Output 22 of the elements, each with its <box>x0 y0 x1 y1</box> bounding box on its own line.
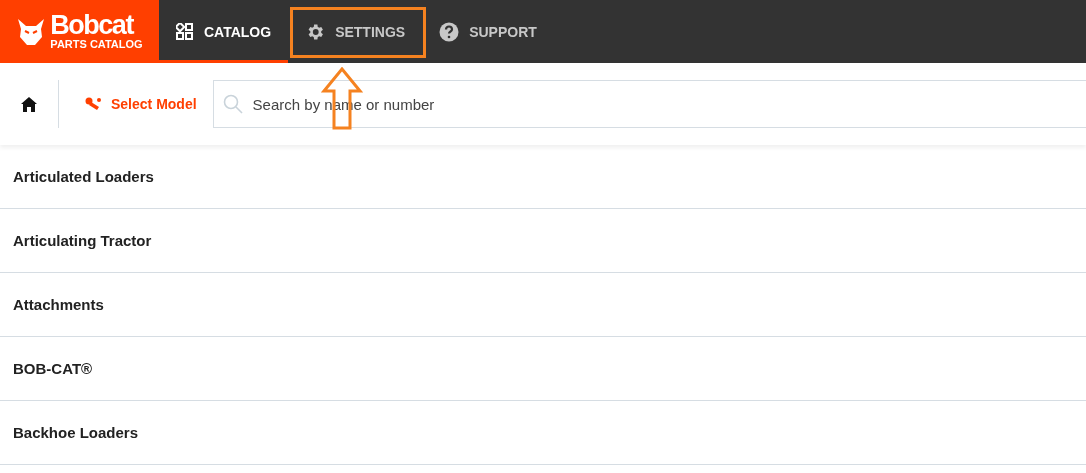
category-label: Backhoe Loaders <box>13 424 139 441</box>
select-model-button[interactable]: Select Model <box>59 96 213 112</box>
category-row[interactable]: Attachments <box>0 273 1086 337</box>
bobcat-head-icon <box>16 16 47 47</box>
category-label: Articulating Tractor <box>13 232 152 249</box>
category-row[interactable]: Articulated Loaders <box>0 145 1086 209</box>
category-label: Attachments <box>13 296 104 313</box>
home-icon <box>21 96 37 112</box>
nav-tab[interactable]: SUPPORT <box>422 0 554 63</box>
grid-icon <box>176 22 194 41</box>
category-row[interactable]: Articulating Tractor <box>0 209 1086 273</box>
brand-subtitle: PARTS CATALOG <box>50 38 143 51</box>
help-icon <box>439 21 460 42</box>
logo[interactable]: Bobcat PARTS CATALOG <box>0 0 159 63</box>
category-label: BOB-CAT® <box>13 360 93 377</box>
category-row[interactable]: Backhoe Loaders <box>0 401 1086 465</box>
nav-tab[interactable]: CATALOG <box>159 0 289 63</box>
category-row[interactable]: BOB-CAT® <box>0 337 1086 401</box>
nav-tab[interactable]: SETTINGS <box>288 0 423 63</box>
brand-name: Bobcat <box>50 12 133 38</box>
search-icon <box>222 94 243 114</box>
category-label: Articulated Loaders <box>13 168 154 185</box>
